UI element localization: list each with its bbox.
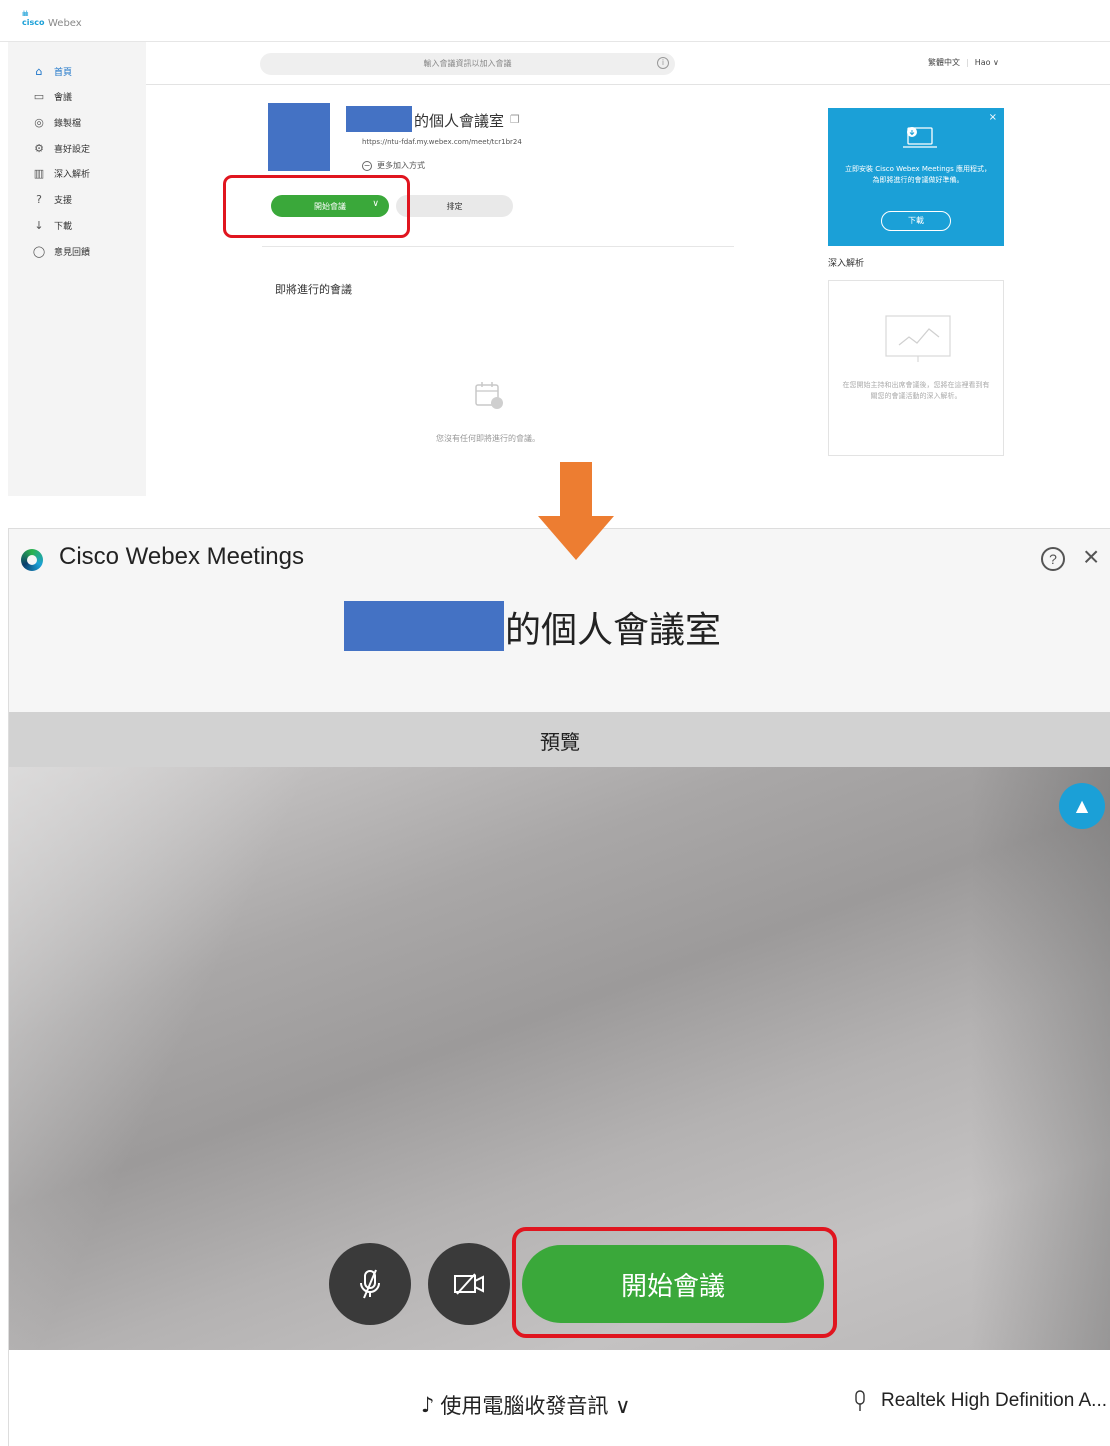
meetings-icon: ▭ — [33, 89, 45, 103]
join-meeting-search-input[interactable]: 輸入會議資訊以加入會議 i — [260, 53, 675, 75]
no-upcoming-meetings-text: 您沒有任何即將進行的會議。 — [436, 434, 540, 443]
audio-connection-label: 使用電腦收發音訊 ∨ — [440, 1394, 631, 1418]
sidebar-item-preferences[interactable]: ⚙ 喜好設定 — [32, 139, 90, 157]
stop-video-button[interactable] — [428, 1243, 510, 1325]
sidebar-item-label: 喜好設定 — [54, 144, 91, 155]
help-icon[interactable]: ? — [1041, 547, 1065, 571]
sidebar-item-label: 首頁 — [54, 67, 73, 78]
header-divider — [146, 84, 1110, 85]
headset-icon: ♪ — [421, 1393, 435, 1417]
calendar-icon — [475, 382, 503, 409]
sidebar-item-insights[interactable]: ▥ 深入解析 — [32, 164, 90, 182]
sidebar-item-label: 錄製檔 — [54, 118, 82, 129]
personal-room-title: 的個人會議室 — [414, 112, 505, 130]
home-icon: ⌂ — [35, 64, 43, 78]
settings-icon: ⚙ — [34, 141, 44, 155]
sidebar: ⌂ 首頁 ▭ 會議 ◎ 錄製檔 ⚙ 喜好設定 ▥ 深入解析 ? 支援 ↓ 下載 … — [8, 42, 146, 496]
video-shadow — [971, 767, 1110, 1350]
meeting-room-title: 的個人會議室 — [505, 610, 722, 651]
sidebar-item-downloads[interactable]: ↓ 下載 — [32, 216, 72, 234]
orange-down-arrow-icon — [538, 462, 614, 560]
info-icon[interactable]: i — [657, 57, 669, 69]
install-app-message: 立即安裝 Cisco Webex Meetings 應用程式，為即將進行的會議做… — [845, 165, 991, 184]
cisco-logo[interactable]: ılıılı cisco — [22, 10, 45, 28]
app-title: Cisco Webex Meetings — [59, 543, 304, 570]
host-name-redacted — [344, 601, 504, 651]
header-separator: | — [966, 58, 969, 67]
highlight-box-start-button — [223, 175, 410, 238]
host-name-redacted — [346, 106, 412, 132]
mute-microphone-button[interactable] — [329, 1243, 411, 1325]
install-app-promo-card: × 立即安裝 Cisco Webex Meetings 應用程式，為即將進行的會… — [828, 108, 1004, 246]
laptop-download-icon — [903, 127, 937, 148]
insights-message: 在您開始主持和出席會議後，您將在這裡看到有關您的會議活動的深入解析。 — [842, 381, 990, 400]
sidebar-item-label: 支援 — [54, 195, 73, 206]
sidebar-item-label: 會議 — [54, 92, 73, 103]
schedule-label: 排定 — [446, 201, 463, 211]
close-window-icon[interactable]: × — [1083, 541, 1099, 573]
insights-title: 深入解析 — [828, 259, 865, 269]
feedback-icon: ◯ — [32, 244, 46, 258]
expand-panel-icon[interactable]: ▲ — [1059, 783, 1105, 829]
webex-web-portal: ılıılı cisco Webex ⌂ 首頁 ▭ 會議 ◎ 錄製檔 ⚙ 喜好設… — [0, 0, 1110, 500]
sidebar-item-recordings[interactable]: ◎ 錄製檔 — [32, 113, 81, 131]
audio-settings-row: ♪ 使用電腦收發音訊 ∨ Realtek High Definition A..… — [9, 1350, 1110, 1446]
portal-topbar: ılıılı cisco Webex — [0, 0, 1110, 42]
microphone-icon — [855, 1390, 865, 1411]
sidebar-item-home[interactable]: ⌂ 首頁 — [32, 62, 73, 80]
cisco-bars-icon: ılıılı — [22, 10, 29, 18]
sidebar-item-label: 深入解析 — [54, 169, 91, 180]
close-icon[interactable]: × — [989, 112, 997, 123]
section-divider — [262, 246, 734, 247]
analytics-chart-icon — [885, 315, 951, 362]
sidebar-item-label: 意見回饋 — [54, 247, 91, 258]
user-menu[interactable]: Hao ∨ — [975, 58, 999, 67]
video-off-icon — [454, 1273, 484, 1295]
search-placeholder: 輸入會議資訊以加入會議 — [423, 59, 512, 68]
insights-card: 在您開始主持和出席會議後，您將在這裡看到有關您的會議活動的深入解析。 — [828, 280, 1004, 456]
webex-logo-icon — [21, 549, 43, 571]
webex-meetings-app-window: Cisco Webex Meetings ? × 的個人會議室 預覽 ▲ 開始會… — [8, 528, 1110, 1446]
sidebar-item-support[interactable]: ? 支援 — [32, 190, 72, 208]
upcoming-meetings-title: 即將進行的會議 — [275, 283, 352, 296]
more-join-label: 更多加入方式 — [377, 161, 425, 170]
sidebar-item-feedback[interactable]: ◯ 意見回饋 — [32, 242, 90, 260]
cisco-wordmark: cisco — [22, 18, 45, 27]
header-controls: 繁體中文 | Hao ∨ — [928, 57, 999, 68]
avatar-redacted — [268, 103, 330, 171]
microphone-device-label: Realtek High Definition A... — [881, 1390, 1108, 1411]
tutorial-composite: ılıılı cisco Webex ⌂ 首頁 ▭ 會議 ◎ 錄製檔 ⚙ 喜好設… — [0, 0, 1110, 1446]
recordings-icon: ◎ — [34, 115, 44, 129]
insights-icon: ▥ — [33, 166, 45, 180]
support-icon: ? — [36, 192, 42, 206]
schedule-button[interactable]: 排定 — [396, 195, 513, 217]
preview-label: 預覽 — [540, 730, 580, 754]
minus-circle-icon: − — [362, 160, 372, 171]
more-join-options-link[interactable]: − 更多加入方式 — [362, 160, 425, 171]
language-selector[interactable]: 繁體中文 — [928, 58, 960, 67]
microphone-device-selector[interactable]: Realtek High Definition A... — [853, 1390, 1107, 1412]
copy-icon[interactable]: ❐ — [510, 113, 520, 126]
webex-wordmark: Webex — [48, 18, 82, 29]
preview-bar: 預覽 — [9, 712, 1110, 767]
sidebar-item-meetings[interactable]: ▭ 會議 — [32, 87, 72, 105]
personal-room-url[interactable]: https://ntu-fdaf.my.webex.com/meet/tcr1b… — [362, 138, 522, 146]
muted-mic-icon — [360, 1269, 380, 1299]
audio-connection-dropdown[interactable]: ♪ 使用電腦收發音訊 ∨ — [421, 1390, 630, 1420]
sidebar-item-label: 下載 — [54, 221, 73, 232]
download-icon: ↓ — [34, 218, 44, 232]
highlight-box-start-button — [512, 1227, 837, 1338]
download-app-button[interactable]: 下載 — [881, 211, 951, 231]
